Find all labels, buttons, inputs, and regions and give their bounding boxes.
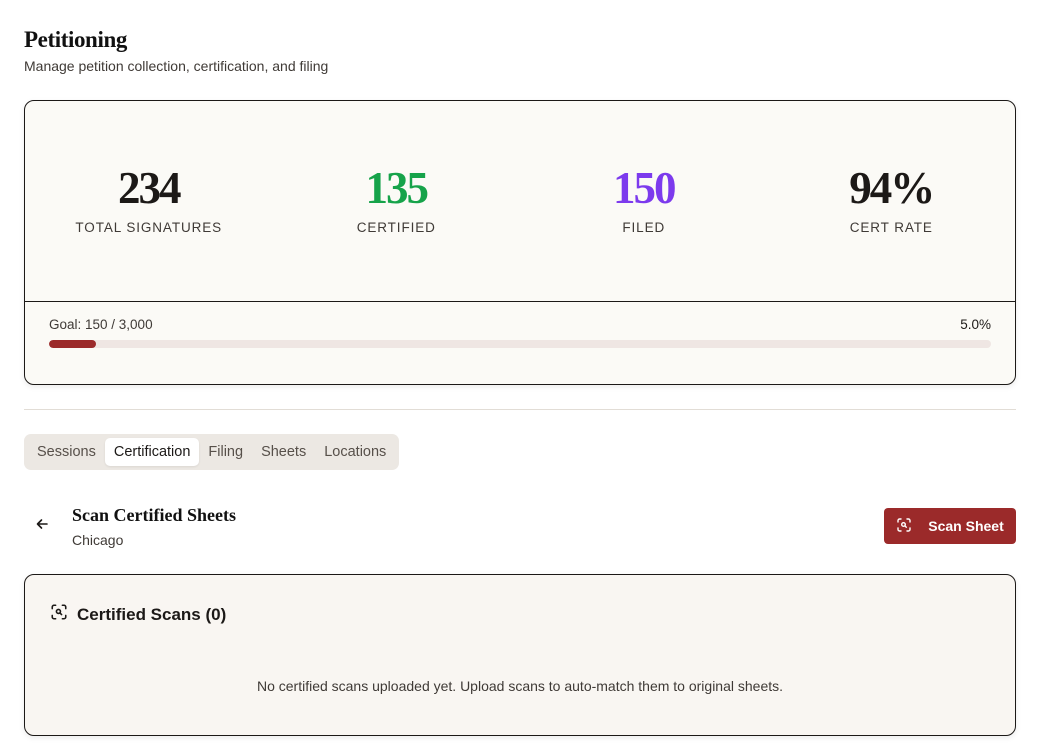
stats-divider xyxy=(25,301,1015,302)
section-subtitle: Chicago xyxy=(72,532,124,548)
stat-value: 150 xyxy=(613,163,676,213)
stats-card: 234 TOTAL SIGNATURES 135 CERTIFIED 150 F… xyxy=(24,100,1016,385)
goal-percent: 5.0% xyxy=(960,317,991,332)
tab-filing[interactable]: Filing xyxy=(199,438,252,466)
section-title: Scan Certified Sheets xyxy=(72,505,236,525)
empty-state-message: No certified scans uploaded yet. Upload … xyxy=(256,678,784,694)
scan-search-icon xyxy=(50,603,68,626)
stat-label: TOTAL SIGNATURES xyxy=(75,220,223,235)
certified-scans-header: Certified Scans (0) xyxy=(50,603,226,626)
section-divider xyxy=(24,409,1016,410)
scan-sheet-label: Scan Sheet xyxy=(928,518,1004,534)
tab-certification[interactable]: Certification xyxy=(104,438,200,466)
tab-bar: Sessions Certification Filing Sheets Loc… xyxy=(24,434,400,470)
stat-certified: 135 CERTIFIED xyxy=(273,101,521,302)
stat-label: FILED xyxy=(622,220,666,235)
stat-cert-rate: 94% CERT RATE xyxy=(768,101,1016,302)
tab-sessions[interactable]: Sessions xyxy=(28,438,105,466)
stat-value: 135 xyxy=(365,163,429,213)
stat-filed: 150 FILED xyxy=(520,101,768,302)
stats-row: 234 TOTAL SIGNATURES 135 CERTIFIED 150 F… xyxy=(25,101,1015,302)
stat-label: CERTIFIED xyxy=(356,220,436,235)
stat-value: 94% xyxy=(849,163,935,213)
arrow-left-icon[interactable] xyxy=(34,516,50,532)
stat-value: 234 xyxy=(118,163,181,213)
goal-label: Goal: 150 / 3,000 xyxy=(49,317,153,332)
goal-progress-fill xyxy=(49,340,97,348)
scan-sheet-button[interactable]: Scan Sheet xyxy=(884,508,1016,544)
page-subtitle: Manage petition collection, certificatio… xyxy=(24,58,329,74)
stat-label: CERT RATE xyxy=(849,220,933,235)
scan-icon xyxy=(896,517,912,536)
stat-total-signatures: 234 TOTAL SIGNATURES xyxy=(25,101,273,302)
tab-locations[interactable]: Locations xyxy=(315,438,395,466)
goal-progress-bar xyxy=(49,340,991,348)
tab-sheets[interactable]: Sheets xyxy=(252,438,315,466)
page-title: Petitioning xyxy=(24,27,127,52)
certified-scans-title: Certified Scans (0) xyxy=(77,604,227,624)
certified-scans-card: Certified Scans (0) No certified scans u… xyxy=(24,574,1016,736)
